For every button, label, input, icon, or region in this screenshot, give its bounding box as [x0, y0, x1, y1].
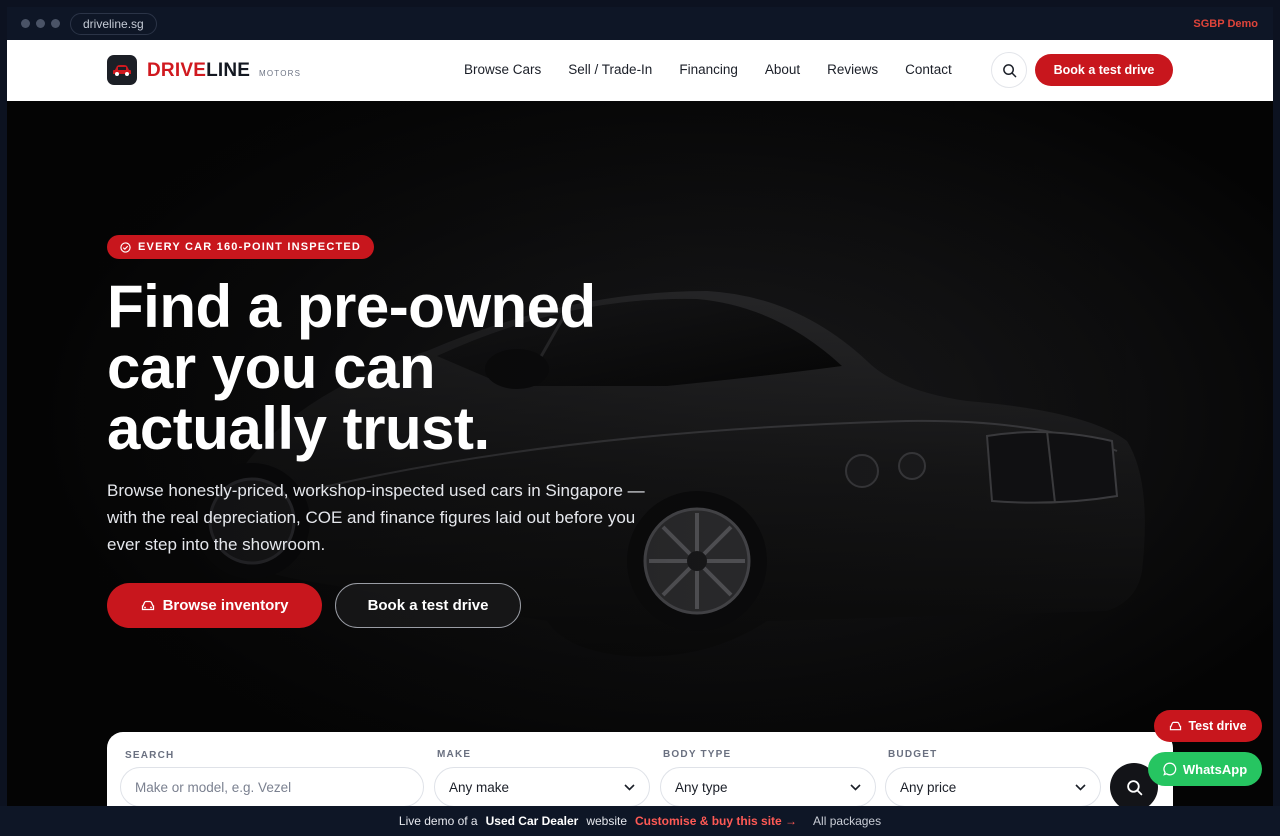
window-dot[interactable]	[36, 19, 45, 28]
site-header: DRIVELINE MOTORS Browse Cars Sell / Trad…	[7, 40, 1273, 101]
car-search-panel: SEARCH Make or model, e.g. Vezel MAKE An…	[107, 732, 1173, 806]
window-controls	[21, 19, 60, 28]
browse-inventory-button[interactable]: Browse inventory	[107, 583, 322, 628]
inspection-badge: EVERY CAR 160-POINT INSPECTED	[107, 235, 375, 259]
search-icon	[1126, 779, 1142, 795]
check-circle-icon	[120, 241, 131, 253]
floating-test-drive-button[interactable]: Test drive	[1154, 710, 1262, 742]
demo-suffix: website	[586, 814, 628, 828]
search-input[interactable]: Make or model, e.g. Vezel	[120, 767, 424, 806]
header-search-button[interactable]	[991, 52, 1027, 88]
main-nav: Browse Cars Sell / Trade-In Financing Ab…	[464, 62, 952, 77]
window-dot[interactable]	[51, 19, 60, 28]
budget-value: Any price	[900, 779, 957, 795]
hero-test-drive-button[interactable]: Book a test drive	[335, 583, 521, 628]
nav-sell-trade-in[interactable]: Sell / Trade-In	[568, 62, 652, 77]
browse-inventory-label: Browse inventory	[162, 597, 289, 614]
whatsapp-label: WhatsApp	[1182, 761, 1248, 777]
logo-wordmark[interactable]: DRIVELINE	[147, 60, 250, 82]
make-label: MAKE	[437, 749, 472, 760]
nav-contact[interactable]: Contact	[905, 62, 952, 77]
headline-line: actually trust.	[107, 395, 490, 462]
hero-section: EVERY CAR 160-POINT INSPECTED Find a pre…	[7, 101, 1273, 806]
demo-banner: Live demo of a Used Car Dealer website C…	[0, 806, 1280, 836]
chevron-down-icon	[850, 783, 861, 791]
nav-about[interactable]: About	[765, 62, 800, 77]
window-dot[interactable]	[21, 19, 30, 28]
logo-secondary: LINE	[206, 60, 251, 81]
chevron-down-icon	[1075, 783, 1086, 791]
budget-label: BUDGET	[888, 749, 938, 760]
nav-browse-cars[interactable]: Browse Cars	[464, 62, 541, 77]
browser-chrome: driveline.sg SGBP Demo	[7, 7, 1273, 40]
floating-test-drive-label: Test drive	[1188, 719, 1247, 733]
body-type-label: BODY TYPE	[663, 749, 732, 760]
demo-product: Used Car Dealer	[485, 814, 579, 828]
all-packages-link[interactable]: All packages	[813, 814, 881, 828]
car-logo-icon[interactable]	[107, 55, 137, 85]
hero-headline: Find a pre-owned car you can actually tr…	[107, 276, 707, 459]
search-label: SEARCH	[125, 750, 175, 761]
budget-select[interactable]: Any price	[885, 767, 1101, 806]
logo-subtitle: MOTORS	[259, 69, 302, 78]
headline-line: car you can	[107, 334, 436, 401]
chevron-down-icon	[624, 783, 635, 791]
nav-reviews[interactable]: Reviews	[827, 62, 878, 77]
search-icon	[1002, 63, 1016, 77]
demo-tag: SGBP Demo	[1193, 17, 1258, 30]
hero-subcopy: Browse honestly-priced, workshop-inspect…	[107, 481, 645, 554]
car-icon	[1170, 721, 1182, 730]
badge-label: EVERY CAR 160-POINT INSPECTED	[138, 241, 362, 253]
search-placeholder: Make or model, e.g. Vezel	[135, 779, 292, 795]
body-type-select[interactable]: Any type	[660, 767, 876, 806]
body-type-value: Any type	[675, 779, 728, 795]
nav-financing[interactable]: Financing	[679, 62, 738, 77]
url-bar[interactable]: driveline.sg	[70, 12, 157, 35]
car-icon	[141, 600, 154, 610]
make-value: Any make	[449, 779, 510, 795]
make-select[interactable]: Any make	[434, 767, 650, 806]
demo-prefix: Live demo of a	[398, 814, 478, 828]
whatsapp-icon	[1163, 762, 1177, 776]
book-test-drive-button[interactable]: Book a test drive	[1035, 54, 1173, 86]
logo-primary: DRIVE	[147, 60, 207, 81]
customise-buy-link[interactable]: Customise & buy this site →	[635, 814, 797, 828]
headline-line: Find a pre-owned	[107, 273, 596, 340]
whatsapp-button[interactable]: WhatsApp	[1148, 752, 1262, 786]
